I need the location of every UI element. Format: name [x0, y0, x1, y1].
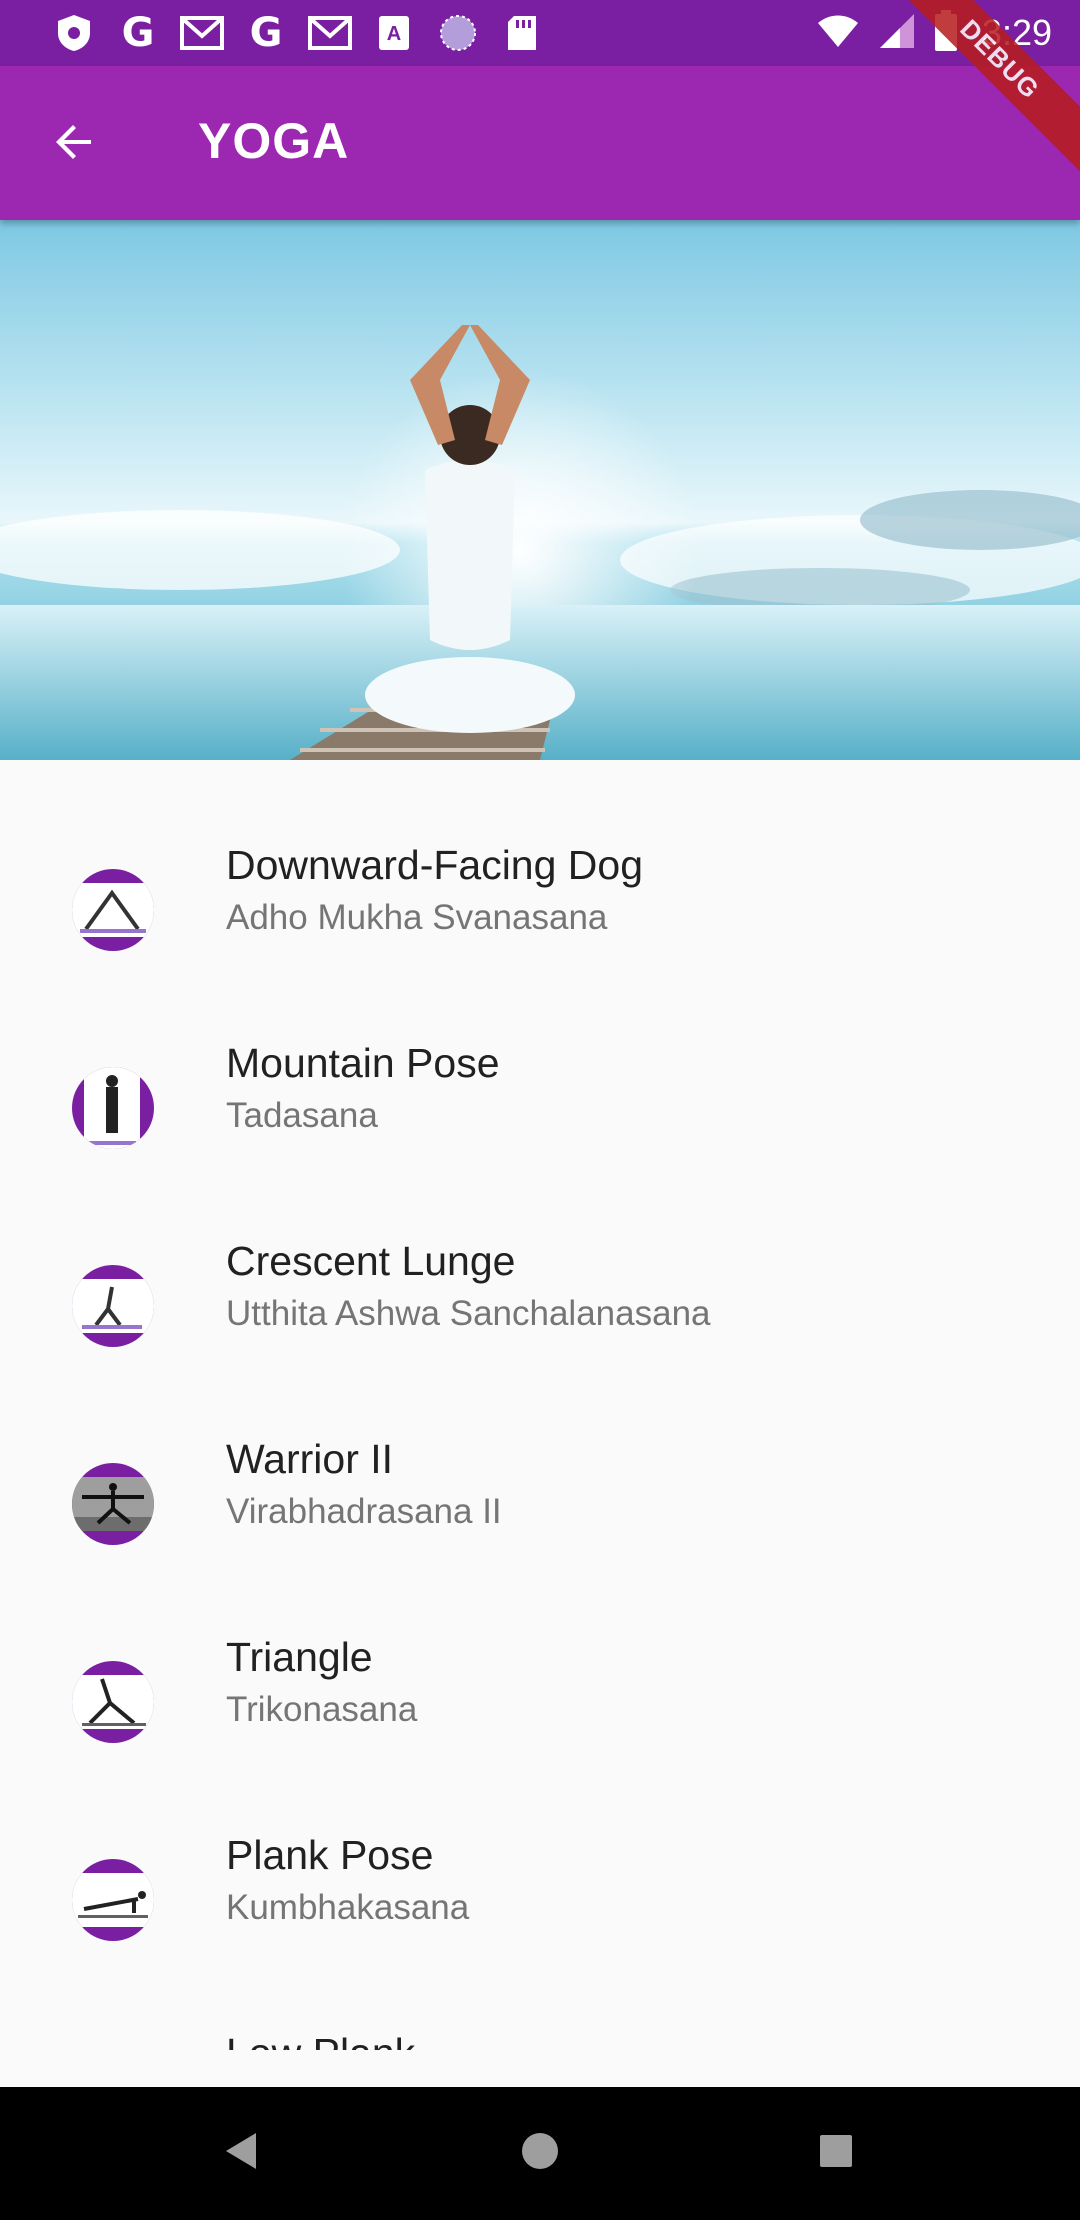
nav-home-button[interactable] [504, 2117, 576, 2189]
sync-icon [436, 11, 480, 55]
home-circle-icon [518, 2129, 562, 2178]
gmail-icon [180, 11, 224, 55]
pose-subtitle: Virabhadrasana II [226, 1492, 502, 1531]
list-item[interactable]: Mountain Pose Tadasana [0, 995, 1080, 1193]
pose-thumbnail [84, 1067, 140, 1149]
svg-text:A: A [387, 23, 401, 45]
pose-subtitle: Kumbhakasana [226, 1888, 470, 1927]
gmail-icon [308, 11, 352, 55]
notification-icons: G G A [52, 9, 544, 57]
pose-title: Downward-Facing Dog [226, 842, 644, 888]
signal-icon [878, 12, 916, 55]
pose-title: Mountain Pose [226, 1040, 500, 1086]
google-icon: G [249, 10, 283, 56]
nav-recents-button[interactable] [800, 2117, 872, 2189]
list-item[interactable]: Crescent Lunge Utthita Ashwa Sanchalanas… [0, 1193, 1080, 1391]
yoga-meditation-illustration [0, 325, 1080, 760]
list-item[interactable]: Triangle Trikonasana [0, 1589, 1080, 1787]
pose-title: Low Plank [226, 2030, 415, 2050]
avatar [72, 1265, 154, 1347]
back-triangle-icon [222, 2129, 262, 2178]
hero-image [0, 220, 1080, 760]
pose-thumbnail [72, 1873, 154, 1927]
pose-subtitle: Trikonasana [226, 1690, 418, 1729]
sd-card-icon [500, 11, 544, 55]
pose-thumbnail [72, 1675, 154, 1729]
pose-thumbnail [72, 1477, 154, 1531]
list-item[interactable]: Warrior II Virabhadrasana II [0, 1391, 1080, 1589]
page-title: YOGA [198, 113, 350, 169]
pose-thumbnail [72, 883, 154, 937]
pose-title: Crescent Lunge [226, 1238, 516, 1284]
arrow-back-icon [51, 118, 99, 171]
avatar [72, 1661, 154, 1743]
avatar [72, 1859, 154, 1941]
google-icon: G [121, 10, 155, 56]
pose-subtitle: Adho Mukha Svanasana [226, 898, 608, 937]
avatar [72, 1463, 154, 1545]
pose-list: Downward-Facing Dog Adho Mukha Svanasana… [0, 760, 1080, 2050]
avatar [72, 1067, 154, 1149]
list-item[interactable]: Downward-Facing Dog Adho Mukha Svanasana [0, 797, 1080, 995]
avatar [72, 869, 154, 951]
list-item[interactable]: Plank Pose Kumbhakasana [0, 1787, 1080, 1985]
system-nav-bar [0, 2087, 1080, 2220]
nav-back-button[interactable] [206, 2117, 278, 2189]
pose-title: Warrior II [226, 1436, 394, 1482]
accessibility-icon: A [372, 11, 416, 55]
pose-title: Plank Pose [226, 1832, 434, 1878]
shield-icon [52, 11, 96, 55]
wifi-icon [816, 13, 860, 54]
app-bar: YOGA [0, 66, 1080, 220]
pose-subtitle: Tadasana [226, 1096, 378, 1135]
pose-title: Triangle [226, 1634, 373, 1680]
pose-thumbnail [72, 1279, 154, 1333]
recents-square-icon [816, 2131, 856, 2176]
back-button[interactable] [40, 109, 110, 179]
pose-subtitle: Utthita Ashwa Sanchalanasana [226, 1294, 711, 1333]
list-item[interactable]: Low Plank [0, 1985, 1080, 2050]
